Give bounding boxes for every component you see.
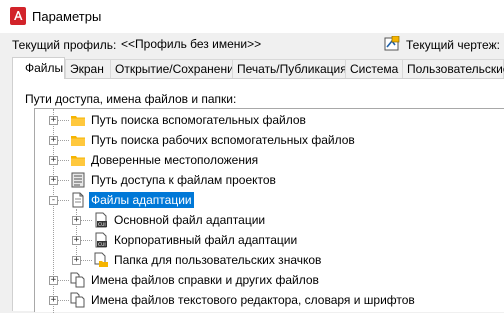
multi-document-icon xyxy=(70,292,85,308)
folder-icon xyxy=(71,116,85,126)
expand-plus-icon[interactable]: + xyxy=(49,176,58,185)
tree-item-text-editor-dictionary-font-file-names[interactable]: + Имена файлов текстового редактора, сло… xyxy=(35,290,504,310)
folder-icon xyxy=(71,136,85,146)
expand-plus-icon[interactable]: + xyxy=(49,116,58,125)
tree-item-main-customization-file[interactable]: + CUI Основной файл адаптации xyxy=(35,210,504,230)
tab-strip: Файлы Экран Открытие/Сохранение Печать/П… xyxy=(12,57,504,79)
tab-plot-publish[interactable]: Печать/Публикация xyxy=(232,59,348,78)
document-folder-icon xyxy=(94,252,108,267)
paths-label: Пути доступа, имена файлов и папки: xyxy=(25,92,237,106)
tree-item-enterprise-customization-file[interactable]: + CUI Корпоративный файл адаптации xyxy=(35,230,504,250)
tab-user-preferences[interactable]: Пользовательские xyxy=(402,59,504,78)
tree-item-help-and-misc-file-names[interactable]: + Имена файлов справки и других файлов xyxy=(35,270,504,290)
file-paths-tree[interactable]: + Путь поиска вспомогательных файлов + П… xyxy=(34,108,504,313)
tree-item-label: Файлы адаптации xyxy=(89,192,194,208)
expand-plus-icon[interactable]: + xyxy=(72,216,81,225)
tree-item-trusted-locations[interactable]: + Доверенные местоположения xyxy=(35,150,504,170)
current-profile-value: <<Профиль без имени>> xyxy=(121,37,262,51)
tree-item-label: Папка для пользовательских значков xyxy=(114,253,322,267)
tree-item-support-file-search-path[interactable]: + Путь поиска вспомогательных файлов xyxy=(35,110,504,130)
svg-text:CUI: CUI xyxy=(98,242,106,248)
window-title: Параметры xyxy=(32,9,102,24)
profile-row: Текущий профиль: <<Профиль без имени>> Т… xyxy=(0,33,504,55)
expand-plus-icon[interactable]: + xyxy=(72,236,81,245)
tab-files[interactable]: Файлы xyxy=(12,57,65,79)
collapse-minus-icon[interactable]: - xyxy=(49,196,58,205)
tab-system[interactable]: Система xyxy=(345,59,403,78)
tree-item-label: Путь поиска вспомогательных файлов xyxy=(91,113,306,127)
document-icon xyxy=(72,192,84,208)
tree-item-label: Путь доступа к файлам проектов xyxy=(91,173,276,187)
files-tab-panel: Пути доступа, имена файлов и папки: + Пу… xyxy=(12,78,504,313)
folder-icon xyxy=(71,156,85,166)
cui-file-icon: CUI xyxy=(95,232,107,248)
cui-file-icon: CUI xyxy=(95,212,107,228)
tree-item-custom-icons-folder[interactable]: + Папка для пользовательских значков xyxy=(35,250,504,270)
tree-item-label: Путь поиска рабочих вспомогательных файл… xyxy=(91,133,355,147)
expand-plus-icon[interactable]: + xyxy=(49,276,58,285)
autocad-app-icon xyxy=(10,7,26,25)
current-drawing-label: Текущий чертеж: xyxy=(406,38,500,52)
expand-plus-icon[interactable]: + xyxy=(49,156,58,165)
drawing-icon xyxy=(384,36,400,51)
tab-open-save[interactable]: Открытие/Сохранение xyxy=(110,59,240,78)
tree-item-label: Доверенные местоположения xyxy=(91,153,259,167)
expand-plus-icon[interactable]: + xyxy=(72,256,81,265)
tree-item-label: Корпоративный файл адаптации xyxy=(114,233,298,247)
project-files-icon xyxy=(71,172,85,188)
expand-plus-icon[interactable]: + xyxy=(49,296,58,305)
tree-item-working-support-file-search-path[interactable]: + Путь поиска рабочих вспомогательных фа… xyxy=(35,130,504,150)
tree-item-customization-files[interactable]: - Файлы адаптации xyxy=(35,190,504,210)
tree-item-label: Имена файлов текстового редактора, слова… xyxy=(91,293,415,307)
tree-item-project-files-search-path[interactable]: + Путь доступа к файлам проектов xyxy=(35,170,504,190)
expand-plus-icon[interactable]: + xyxy=(49,136,58,145)
current-profile-label: Текущий профиль: xyxy=(12,38,117,52)
multi-document-icon xyxy=(70,272,85,288)
title-bar: Параметры xyxy=(0,0,504,33)
tree-item-label: Имена файлов справки и других файлов xyxy=(91,273,319,287)
svg-text:CUI: CUI xyxy=(98,222,106,228)
tree-item-label: Основной файл адаптации xyxy=(114,213,266,227)
